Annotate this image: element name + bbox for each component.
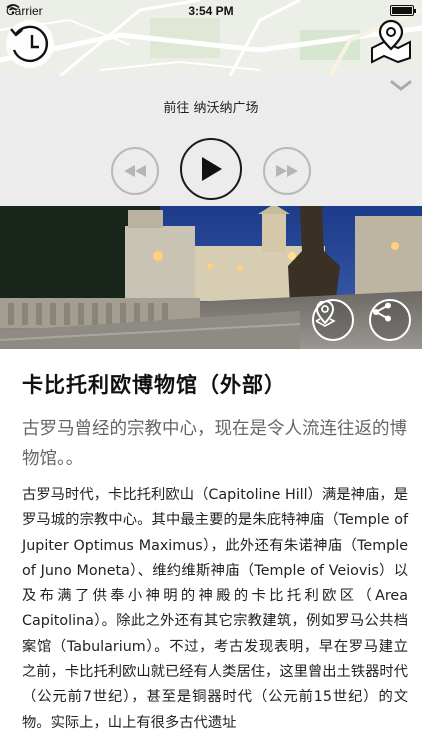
map-pins-button[interactable] [368, 18, 414, 64]
fast-forward-button[interactable] [263, 147, 311, 195]
play-icon [202, 157, 222, 181]
play-button[interactable] [180, 138, 242, 200]
share-button[interactable] [369, 299, 411, 341]
article-subtitle: 古罗马曾经的宗教中心，现在是令人流连往返的博物馆。。 [22, 419, 407, 469]
chevron-down-icon[interactable] [390, 80, 412, 92]
article-title: 卡比托利欧博物馆（外部） [22, 373, 286, 397]
clock-history-icon [10, 25, 49, 63]
map-view[interactable]: Carrier 3:54 PM [0, 0, 422, 76]
place-photo [0, 206, 422, 349]
rewind-button[interactable] [111, 147, 159, 195]
capitoline-photo [0, 206, 422, 349]
share-icon [373, 302, 391, 322]
audio-player-panel: 前往 纳沃纳广场 [0, 76, 422, 206]
article-body: 古罗马时代，卡比托利欧山（Capitoline Hill）满是神庙，是罗马城的宗… [22, 487, 409, 731]
article: 卡比托利欧博物馆（外部） 古罗马曾经的宗教中心，现在是令人流连往返的博物馆。。 … [22, 349, 408, 736]
map-pins-icon [371, 19, 411, 64]
map-pin-icon [315, 301, 336, 327]
status-bar: Carrier 3:54 PM [0, 0, 422, 22]
history-button[interactable] [6, 20, 54, 68]
show-on-map-button[interactable] [312, 299, 354, 341]
rewind-icon [124, 165, 146, 177]
fast-forward-icon [276, 165, 298, 177]
status-time: 3:54 PM [188, 4, 234, 18]
player-title: 前往 纳沃纳广场 [163, 101, 259, 116]
battery-icon [390, 5, 416, 16]
